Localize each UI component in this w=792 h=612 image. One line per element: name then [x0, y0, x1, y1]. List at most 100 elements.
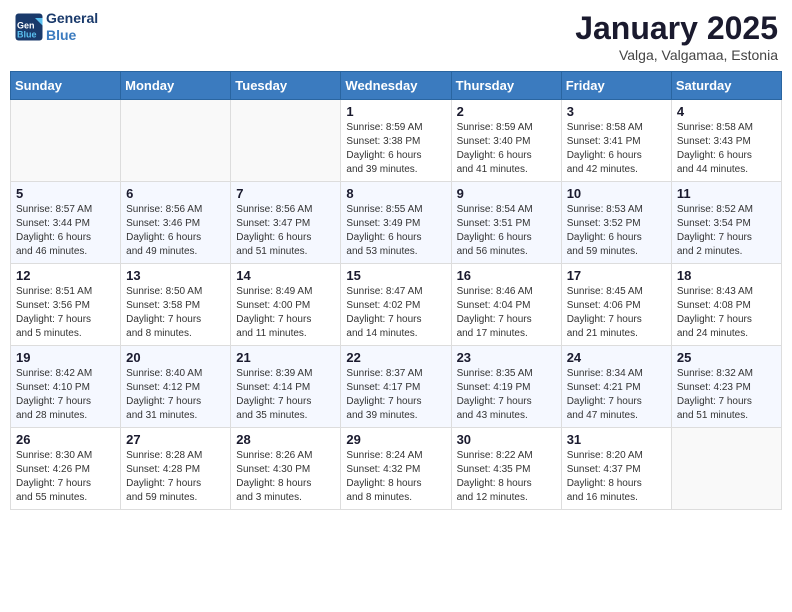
calendar-cell [231, 100, 341, 182]
day-number: 9 [457, 186, 556, 201]
calendar-cell [671, 428, 781, 510]
calendar-table: SundayMondayTuesdayWednesdayThursdayFrid… [10, 71, 782, 510]
day-info: Sunrise: 8:28 AMSunset: 4:28 PMDaylight:… [126, 449, 225, 505]
calendar-cell: 15 Sunrise: 8:47 AMSunset: 4:02 PMDayligh… [341, 264, 451, 346]
day-info: Sunrise: 8:51 AMSunset: 3:56 PMDaylight:… [16, 285, 115, 341]
day-number: 7 [236, 186, 335, 201]
calendar-cell: 8 Sunrise: 8:55 AMSunset: 3:49 PMDaylight… [341, 182, 451, 264]
day-number: 26 [16, 432, 115, 447]
day-number: 19 [16, 350, 115, 365]
day-number: 4 [677, 104, 776, 119]
calendar-cell: 10 Sunrise: 8:53 AMSunset: 3:52 PMDayligh… [561, 182, 671, 264]
calendar-cell: 31 Sunrise: 8:20 AMSunset: 4:37 PMDayligh… [561, 428, 671, 510]
day-number: 1 [346, 104, 445, 119]
calendar-week-row: 5 Sunrise: 8:57 AMSunset: 3:44 PMDaylight… [11, 182, 782, 264]
day-info: Sunrise: 8:42 AMSunset: 4:10 PMDaylight:… [16, 367, 115, 423]
day-number: 27 [126, 432, 225, 447]
day-info: Sunrise: 8:47 AMSunset: 4:02 PMDaylight:… [346, 285, 445, 341]
page-header: Gen Blue General Blue January 2025 Valga… [10, 10, 782, 63]
day-number: 18 [677, 268, 776, 283]
day-number: 31 [567, 432, 666, 447]
calendar-cell [121, 100, 231, 182]
day-number: 14 [236, 268, 335, 283]
day-info: Sunrise: 8:57 AMSunset: 3:44 PMDaylight:… [16, 203, 115, 259]
day-info: Sunrise: 8:34 AMSunset: 4:21 PMDaylight:… [567, 367, 666, 423]
day-number: 22 [346, 350, 445, 365]
calendar-cell: 9 Sunrise: 8:54 AMSunset: 3:51 PMDaylight… [451, 182, 561, 264]
day-number: 29 [346, 432, 445, 447]
day-info: Sunrise: 8:58 AMSunset: 3:43 PMDaylight:… [677, 121, 776, 177]
day-info: Sunrise: 8:52 AMSunset: 3:54 PMDaylight:… [677, 203, 776, 259]
day-info: Sunrise: 8:50 AMSunset: 3:58 PMDaylight:… [126, 285, 225, 341]
calendar-cell: 6 Sunrise: 8:56 AMSunset: 3:46 PMDaylight… [121, 182, 231, 264]
day-number: 11 [677, 186, 776, 201]
day-info: Sunrise: 8:26 AMSunset: 4:30 PMDaylight:… [236, 449, 335, 505]
day-info: Sunrise: 8:35 AMSunset: 4:19 PMDaylight:… [457, 367, 556, 423]
day-number: 28 [236, 432, 335, 447]
calendar-cell: 13 Sunrise: 8:50 AMSunset: 3:58 PMDayligh… [121, 264, 231, 346]
day-info: Sunrise: 8:59 AMSunset: 3:40 PMDaylight:… [457, 121, 556, 177]
day-number: 20 [126, 350, 225, 365]
calendar-week-row: 19 Sunrise: 8:42 AMSunset: 4:10 PMDayligh… [11, 346, 782, 428]
day-info: Sunrise: 8:54 AMSunset: 3:51 PMDaylight:… [457, 203, 556, 259]
day-number: 25 [677, 350, 776, 365]
day-number: 12 [16, 268, 115, 283]
calendar-cell: 17Sunrise: 8:45 AMSunset: 4:06 PMDayligh… [561, 264, 671, 346]
calendar-cell: 20 Sunrise: 8:40 AMSunset: 4:12 PMDayligh… [121, 346, 231, 428]
calendar-cell: 4 Sunrise: 8:58 AMSunset: 3:43 PMDaylight… [671, 100, 781, 182]
logo-text-line1: General [46, 10, 98, 27]
weekday-header-row: SundayMondayTuesdayWednesdayThursdayFrid… [11, 72, 782, 100]
day-number: 13 [126, 268, 225, 283]
logo: Gen Blue General Blue [14, 10, 98, 44]
calendar-cell: 2 Sunrise: 8:59 AMSunset: 3:40 PMDaylight… [451, 100, 561, 182]
calendar-week-row: 12 Sunrise: 8:51 AMSunset: 3:56 PMDayligh… [11, 264, 782, 346]
title-block: January 2025 Valga, Valgamaa, Estonia [575, 10, 778, 63]
calendar-cell: 11 Sunrise: 8:52 AMSunset: 3:54 PMDayligh… [671, 182, 781, 264]
day-info: Sunrise: 8:53 AMSunset: 3:52 PMDaylight:… [567, 203, 666, 259]
calendar-cell: 30Sunrise: 8:22 AMSunset: 4:35 PMDayligh… [451, 428, 561, 510]
day-info: Sunrise: 8:30 AMSunset: 4:26 PMDaylight:… [16, 449, 115, 505]
weekday-header-monday: Monday [121, 72, 231, 100]
weekday-header-thursday: Thursday [451, 72, 561, 100]
weekday-header-tuesday: Tuesday [231, 72, 341, 100]
logo-text-line2: Blue [46, 27, 98, 44]
day-info: Sunrise: 8:20 AMSunset: 4:37 PMDaylight:… [567, 449, 666, 505]
calendar-cell: 5 Sunrise: 8:57 AMSunset: 3:44 PMDaylight… [11, 182, 121, 264]
day-number: 16 [457, 268, 556, 283]
weekday-header-sunday: Sunday [11, 72, 121, 100]
calendar-cell: 25 Sunrise: 8:32 AMSunset: 4:23 PMDayligh… [671, 346, 781, 428]
calendar-cell: 14 Sunrise: 8:49 AMSunset: 4:00 PMDayligh… [231, 264, 341, 346]
day-info: Sunrise: 8:49 AMSunset: 4:00 PMDaylight:… [236, 285, 335, 341]
day-number: 10 [567, 186, 666, 201]
day-number: 8 [346, 186, 445, 201]
calendar-cell: 18Sunrise: 8:43 AMSunset: 4:08 PMDayligh… [671, 264, 781, 346]
calendar-cell: 27 Sunrise: 8:28 AMSunset: 4:28 PMDayligh… [121, 428, 231, 510]
day-info: Sunrise: 8:39 AMSunset: 4:14 PMDaylight:… [236, 367, 335, 423]
day-info: Sunrise: 8:56 AMSunset: 3:47 PMDaylight:… [236, 203, 335, 259]
calendar-cell: 24 Sunrise: 8:34 AMSunset: 4:21 PMDayligh… [561, 346, 671, 428]
day-number: 24 [567, 350, 666, 365]
day-number: 23 [457, 350, 556, 365]
calendar-cell: 1Sunrise: 8:59 AMSunset: 3:38 PMDaylight… [341, 100, 451, 182]
calendar-cell: 22Sunrise: 8:37 AMSunset: 4:17 PMDayligh… [341, 346, 451, 428]
day-number: 15 [346, 268, 445, 283]
day-info: Sunrise: 8:56 AMSunset: 3:46 PMDaylight:… [126, 203, 225, 259]
calendar-cell: 12 Sunrise: 8:51 AMSunset: 3:56 PMDayligh… [11, 264, 121, 346]
day-number: 6 [126, 186, 225, 201]
calendar-cell: 26 Sunrise: 8:30 AMSunset: 4:26 PMDayligh… [11, 428, 121, 510]
day-info: Sunrise: 8:22 AMSunset: 4:35 PMDaylight:… [457, 449, 556, 505]
calendar-cell [11, 100, 121, 182]
month-title: January 2025 [575, 10, 778, 47]
day-number: 5 [16, 186, 115, 201]
day-number: 21 [236, 350, 335, 365]
logo-icon: Gen Blue [14, 12, 44, 42]
calendar-cell: 28 Sunrise: 8:26 AMSunset: 4:30 PMDayligh… [231, 428, 341, 510]
day-number: 2 [457, 104, 556, 119]
day-info: Sunrise: 8:55 AMSunset: 3:49 PMDaylight:… [346, 203, 445, 259]
calendar-cell: 23 Sunrise: 8:35 AMSunset: 4:19 PMDayligh… [451, 346, 561, 428]
svg-text:Blue: Blue [17, 29, 37, 39]
day-info: Sunrise: 8:32 AMSunset: 4:23 PMDaylight:… [677, 367, 776, 423]
day-info: Sunrise: 8:45 AMSunset: 4:06 PMDaylight:… [567, 285, 666, 341]
day-info: Sunrise: 8:40 AMSunset: 4:12 PMDaylight:… [126, 367, 225, 423]
day-number: 3 [567, 104, 666, 119]
